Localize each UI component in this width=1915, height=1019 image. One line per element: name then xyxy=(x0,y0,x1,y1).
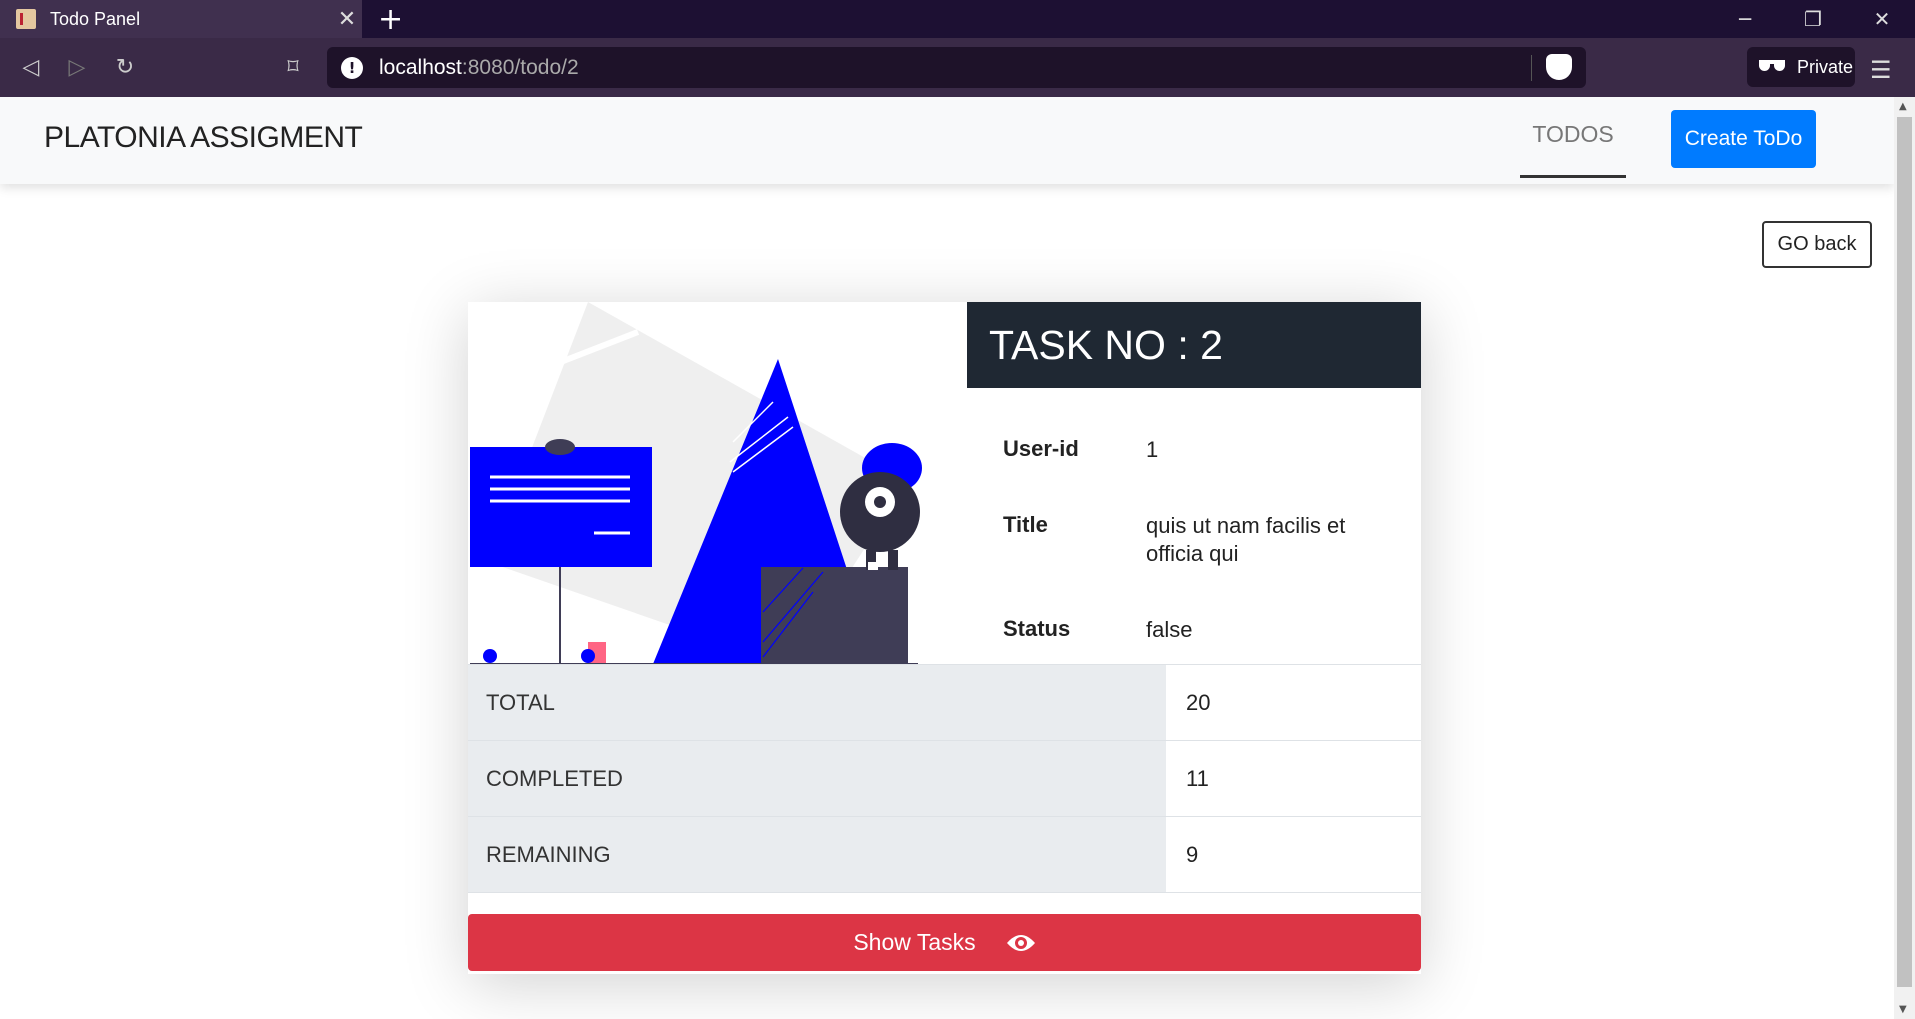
field-label: Status xyxy=(1003,616,1071,641)
stat-label: TOTAL xyxy=(468,665,1166,740)
back-icon[interactable]: ◁ xyxy=(12,48,50,86)
private-glasses-icon xyxy=(1759,60,1785,74)
url-host: localhost xyxy=(379,55,462,79)
new-tab-icon[interactable]: + xyxy=(378,2,403,37)
notebook-icon xyxy=(16,9,36,29)
url-path: :8080/todo/2 xyxy=(461,55,579,79)
app-navbar: PLATONIA ASSIGMENT TODOS Create ToDo xyxy=(0,97,1894,184)
brave-shield-icon[interactable] xyxy=(1546,54,1572,80)
task-illustration xyxy=(470,302,922,666)
stat-label: REMAINING xyxy=(468,817,1166,892)
task-card: TASK NO : 2 User-id 1 Title quis ut nam … xyxy=(468,302,1421,974)
table-row: REMAINING 9 xyxy=(468,816,1421,893)
page-scrollbar[interactable]: ▲ ▼ xyxy=(1894,97,1915,1019)
stat-value: 9 xyxy=(1186,841,1199,867)
site-info-icon[interactable]: ! xyxy=(341,56,363,79)
window-close-icon[interactable]: ✕ xyxy=(1849,0,1915,38)
scroll-up-icon[interactable]: ▲ xyxy=(1899,101,1907,112)
url-text: localhost:8080/todo/2 xyxy=(379,56,579,80)
show-tasks-label: Show Tasks xyxy=(853,929,976,955)
table-row: COMPLETED 11 xyxy=(468,740,1421,816)
private-label: Private xyxy=(1797,56,1854,77)
minimize-icon[interactable]: ─ xyxy=(1712,0,1778,38)
page-viewport: PLATONIA ASSIGMENT TODOS Create ToDo GO … xyxy=(0,97,1894,1019)
table-row: TOTAL 20 xyxy=(468,664,1421,740)
field-value: false xyxy=(1146,617,1193,642)
eye-icon xyxy=(1006,934,1035,951)
stat-label: COMPLETED xyxy=(468,741,1166,816)
create-todo-button[interactable]: Create ToDo xyxy=(1671,110,1816,168)
brand-title[interactable]: PLATONIA ASSIGMENT xyxy=(44,121,363,155)
stat-value: 20 xyxy=(1186,689,1211,715)
private-window-badge[interactable]: Private xyxy=(1747,47,1855,87)
field-label: User-id xyxy=(1003,436,1079,461)
scroll-down-icon[interactable]: ▼ xyxy=(1899,1004,1907,1015)
url-divider xyxy=(1531,55,1532,81)
show-tasks-button[interactable]: Show Tasks xyxy=(468,914,1421,971)
tab-title: Todo Panel xyxy=(50,8,141,29)
nav-link-todos[interactable]: TODOS xyxy=(1520,121,1626,178)
hamburger-menu-icon[interactable]: ☰ xyxy=(1870,56,1892,84)
bookmark-icon[interactable]: ⌑ xyxy=(274,48,312,86)
field-label: Title xyxy=(1003,512,1048,537)
stat-value: 11 xyxy=(1186,765,1209,791)
restore-icon[interactable]: ❐ xyxy=(1780,0,1846,38)
task-heading: TASK NO : 2 xyxy=(967,302,1421,388)
scrollbar-thumb[interactable] xyxy=(1897,117,1912,987)
reload-icon[interactable]: ↻ xyxy=(106,48,144,86)
field-value: 1 xyxy=(1146,437,1159,462)
close-tab-icon[interactable]: ✕ xyxy=(332,7,362,32)
forward-icon[interactable]: ▷ xyxy=(58,48,96,86)
browser-tab[interactable]: Todo Panel ✕ xyxy=(0,0,362,38)
address-bar[interactable]: ! localhost:8080/todo/2 xyxy=(327,47,1586,88)
browser-toolbar: ◁ ▷ ↻ ⌑ ! localhost:8080/todo/2 Private … xyxy=(0,38,1915,97)
stats-table: TOTAL 20 COMPLETED 11 REMAINING 9 xyxy=(468,664,1421,893)
field-value: quis ut nam facilis et officia qui xyxy=(1146,513,1346,566)
browser-tab-bar: Todo Panel ✕ + ─ ❐ ✕ xyxy=(0,0,1915,38)
go-back-button[interactable]: GO back xyxy=(1762,221,1872,268)
